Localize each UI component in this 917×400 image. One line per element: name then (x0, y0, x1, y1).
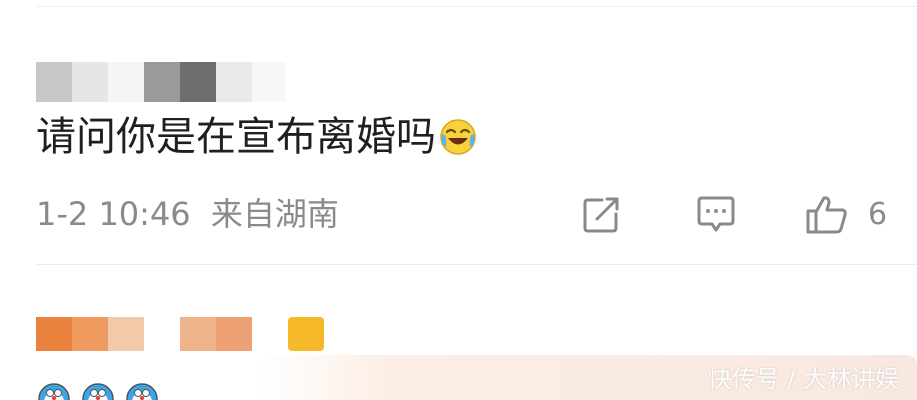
next-comment-item: 快传号 / 大林讲娱 (0, 265, 917, 400)
comment-timestamp: 1-2 10:46 (36, 195, 191, 233)
share-button[interactable] (580, 194, 622, 236)
share-icon (580, 194, 622, 236)
doraemon-emoji-icon (80, 381, 116, 400)
comment-icon (694, 194, 738, 236)
comment-item: 请问你是在宣布离婚吗 1-2 10:46 来自湖南 6 (0, 0, 917, 265)
thumbs-up-icon (804, 194, 850, 236)
like-count: 6 (868, 197, 888, 232)
next-username-mosaic-2 (180, 317, 252, 351)
comment-body: 请问你是在宣布离婚吗 (36, 114, 436, 160)
like-button[interactable]: 6 (804, 194, 887, 236)
next-username-mosaic[interactable] (36, 317, 144, 351)
comment-location: 来自湖南 (210, 195, 339, 233)
doraemon-emoji-icon (124, 381, 160, 400)
username-mosaic[interactable] (36, 62, 286, 102)
laughing-crying-emoji-icon (438, 117, 478, 157)
emoji-row (36, 381, 168, 400)
comment-text: 请问你是在宣布离婚吗 (36, 112, 478, 162)
reply-button[interactable] (694, 194, 738, 236)
comment-meta: 1-2 10:46 来自湖南 (36, 194, 339, 234)
doraemon-emoji-icon (36, 381, 72, 400)
user-level-badge (288, 317, 324, 351)
watermark-text: 快传号 / 大林讲娱 (707, 365, 899, 393)
weibo-comment-page: 请问你是在宣布离婚吗 1-2 10:46 来自湖南 6 快传号 / 大林讲娱 (0, 0, 917, 400)
